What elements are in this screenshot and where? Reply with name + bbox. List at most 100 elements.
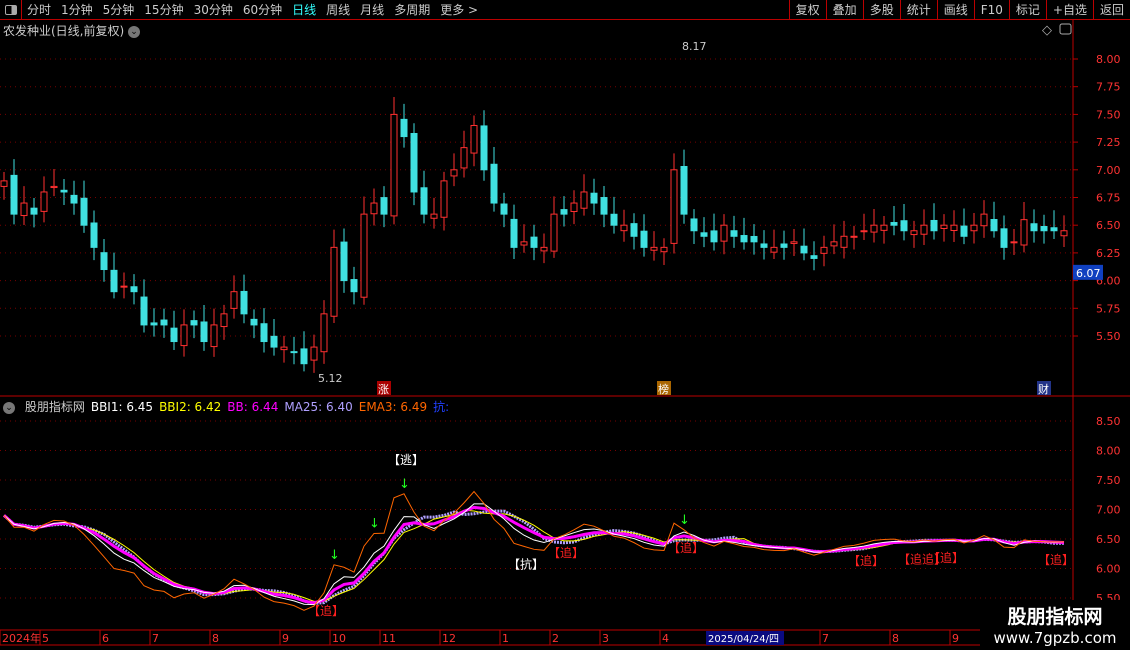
candle-body [1050,227,1058,232]
price-tick-label: 5.50 [1096,330,1121,343]
candle-body [370,202,378,215]
candle-body [880,224,888,231]
candle-body [450,169,458,177]
candle-body [770,246,778,253]
xaxis-label: 2024年 [2,631,41,645]
event-marker-label: 涨 [378,383,389,396]
candle-body [200,321,208,343]
candle-body [1040,226,1048,232]
candle-body [930,219,938,232]
xaxis-label: 1 [502,632,509,645]
candle-body [1020,219,1028,246]
candle-body [260,323,268,343]
candle-body [960,225,968,237]
candle-body [890,222,898,226]
candle-body [610,213,618,226]
candle-body [660,246,668,253]
price-tick-label: 7.00 [1096,164,1121,177]
candle-body [680,165,688,215]
candle-body [460,147,468,169]
price-tick-label: 5.75 [1096,302,1121,315]
candle-body [840,235,848,248]
candle-body [60,189,68,193]
candle-body [90,222,98,248]
candle-body [300,348,308,365]
candle-body [720,224,728,242]
xaxis-label: 12 [442,632,456,645]
candle-body [750,235,758,243]
xaxis-label: 11 [382,632,396,645]
candle-body [30,207,38,215]
candle-body [740,235,748,243]
candle-body [130,286,138,293]
candle-body [570,202,578,213]
candle-body [990,219,998,232]
candle-body [440,180,448,218]
down-arrow-icon: ↓ [399,477,410,492]
signal-label: 【追】 [928,550,964,565]
candle-body [290,351,298,354]
candle-body [700,232,708,237]
candle-body [140,296,148,326]
candle-body [630,223,638,237]
indicator-value: EMA3: 6.49 [358,400,428,414]
candle-body [10,174,18,215]
indicator-value: MA25: 6.40 [284,400,353,414]
xaxis-label: 4 [662,632,669,645]
xaxis-label: 8 [892,632,899,645]
chart-area[interactable]: ◇ 5.50 5.75 6.00 6.25 6.50 6.75 7.00 7.25 7.50 7.7… [0,0,1130,650]
candle-body [1010,241,1018,244]
chevron-down-icon[interactable]: ⌄ [3,401,15,414]
candle-body [640,230,648,248]
candle-body [1030,223,1038,232]
signal-label: 【抗】 [508,556,544,571]
price-tick-label: 6.50 [1096,219,1121,232]
candle-body [900,220,908,232]
ind-tick-label: 8.00 [1096,445,1121,458]
signal-label: 【逃】 [388,453,424,467]
candle-body [830,241,838,247]
candle-body [650,246,658,251]
watermark-url: www.7gpzb.com [993,629,1117,647]
down-arrow-icon: ↓ [329,548,340,563]
xaxis-label: 6 [102,632,109,645]
candle-body [520,241,528,246]
candle-body [1000,228,1008,248]
candle-body [810,255,818,259]
event-marker-label: 财 [1038,382,1049,396]
xaxis-label: 9 [282,632,289,645]
candle-body [380,197,388,215]
candle-body [410,133,418,193]
signal-label: 【追】 [308,603,344,618]
signal-label: 【追】 [668,540,704,555]
candle-body [360,213,368,298]
high-price-label: 8.17 [682,40,707,53]
candle-body [120,285,128,288]
candle-body [250,318,258,326]
candle-body [210,324,218,348]
watermark-name: 股朋指标网 [1007,606,1103,628]
candle-body [110,269,118,293]
price-tick-label: 8.00 [1096,53,1121,66]
candle-body [620,224,628,232]
indicator-legend: ⌄ 股朋指标网 BBI1: 6.45 BBI2: 6.42 BB: 6.44 MA25:… [3,398,455,415]
candle-body [690,218,698,232]
indicator-value: BBI1: 6.45 [90,400,154,414]
xaxis-label: 8 [212,632,219,645]
candle-body [350,279,358,293]
candle-body [230,291,238,309]
candle-body [170,327,178,343]
diamond-icon: ◇ [1042,23,1052,38]
candle-body [600,197,608,215]
signal-label: 【追】 [548,545,584,560]
price-tick-label: 6.25 [1096,247,1121,260]
candle-body [850,235,858,238]
candle-body [220,313,228,328]
candle-body [870,224,878,233]
candle-body [1060,230,1068,237]
candle-body [940,224,948,229]
candle-body [530,236,538,248]
candle-body [730,230,738,237]
candle-body [270,335,278,348]
candle-body [160,319,168,326]
